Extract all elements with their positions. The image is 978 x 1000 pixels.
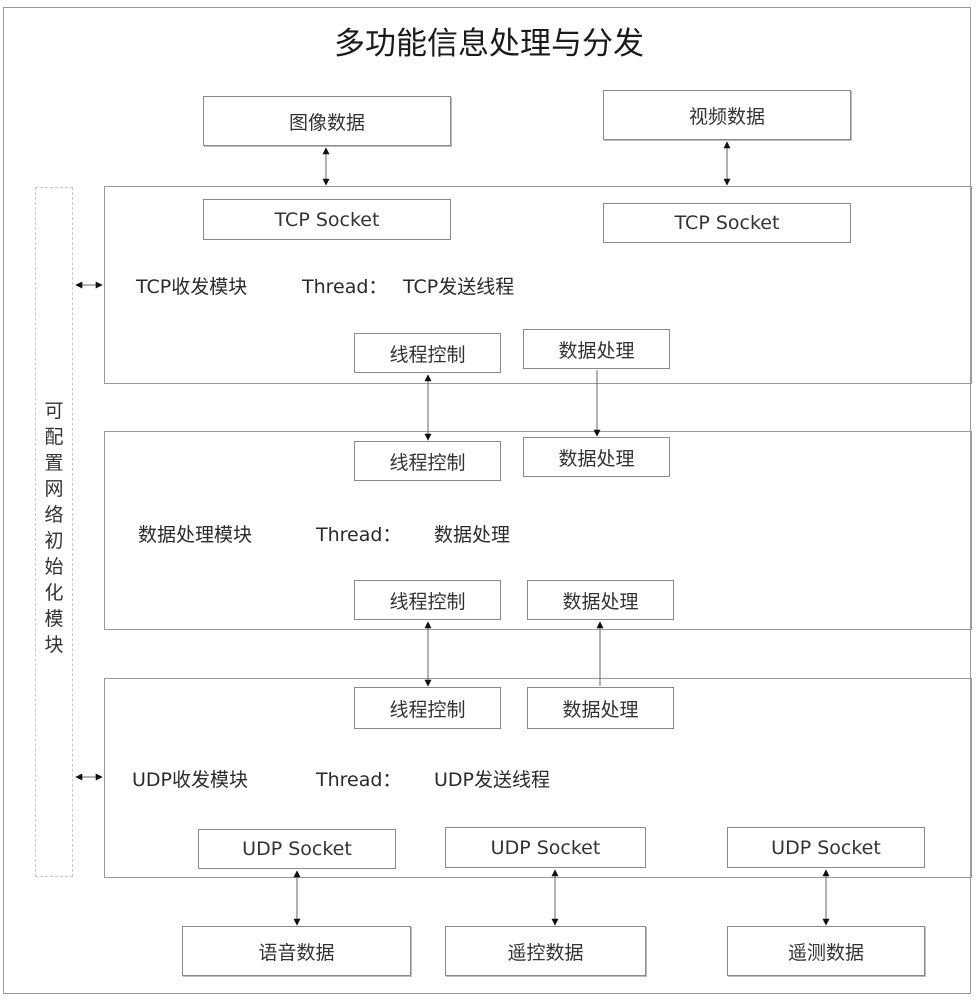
- connector-arrows: [75, 141, 830, 926]
